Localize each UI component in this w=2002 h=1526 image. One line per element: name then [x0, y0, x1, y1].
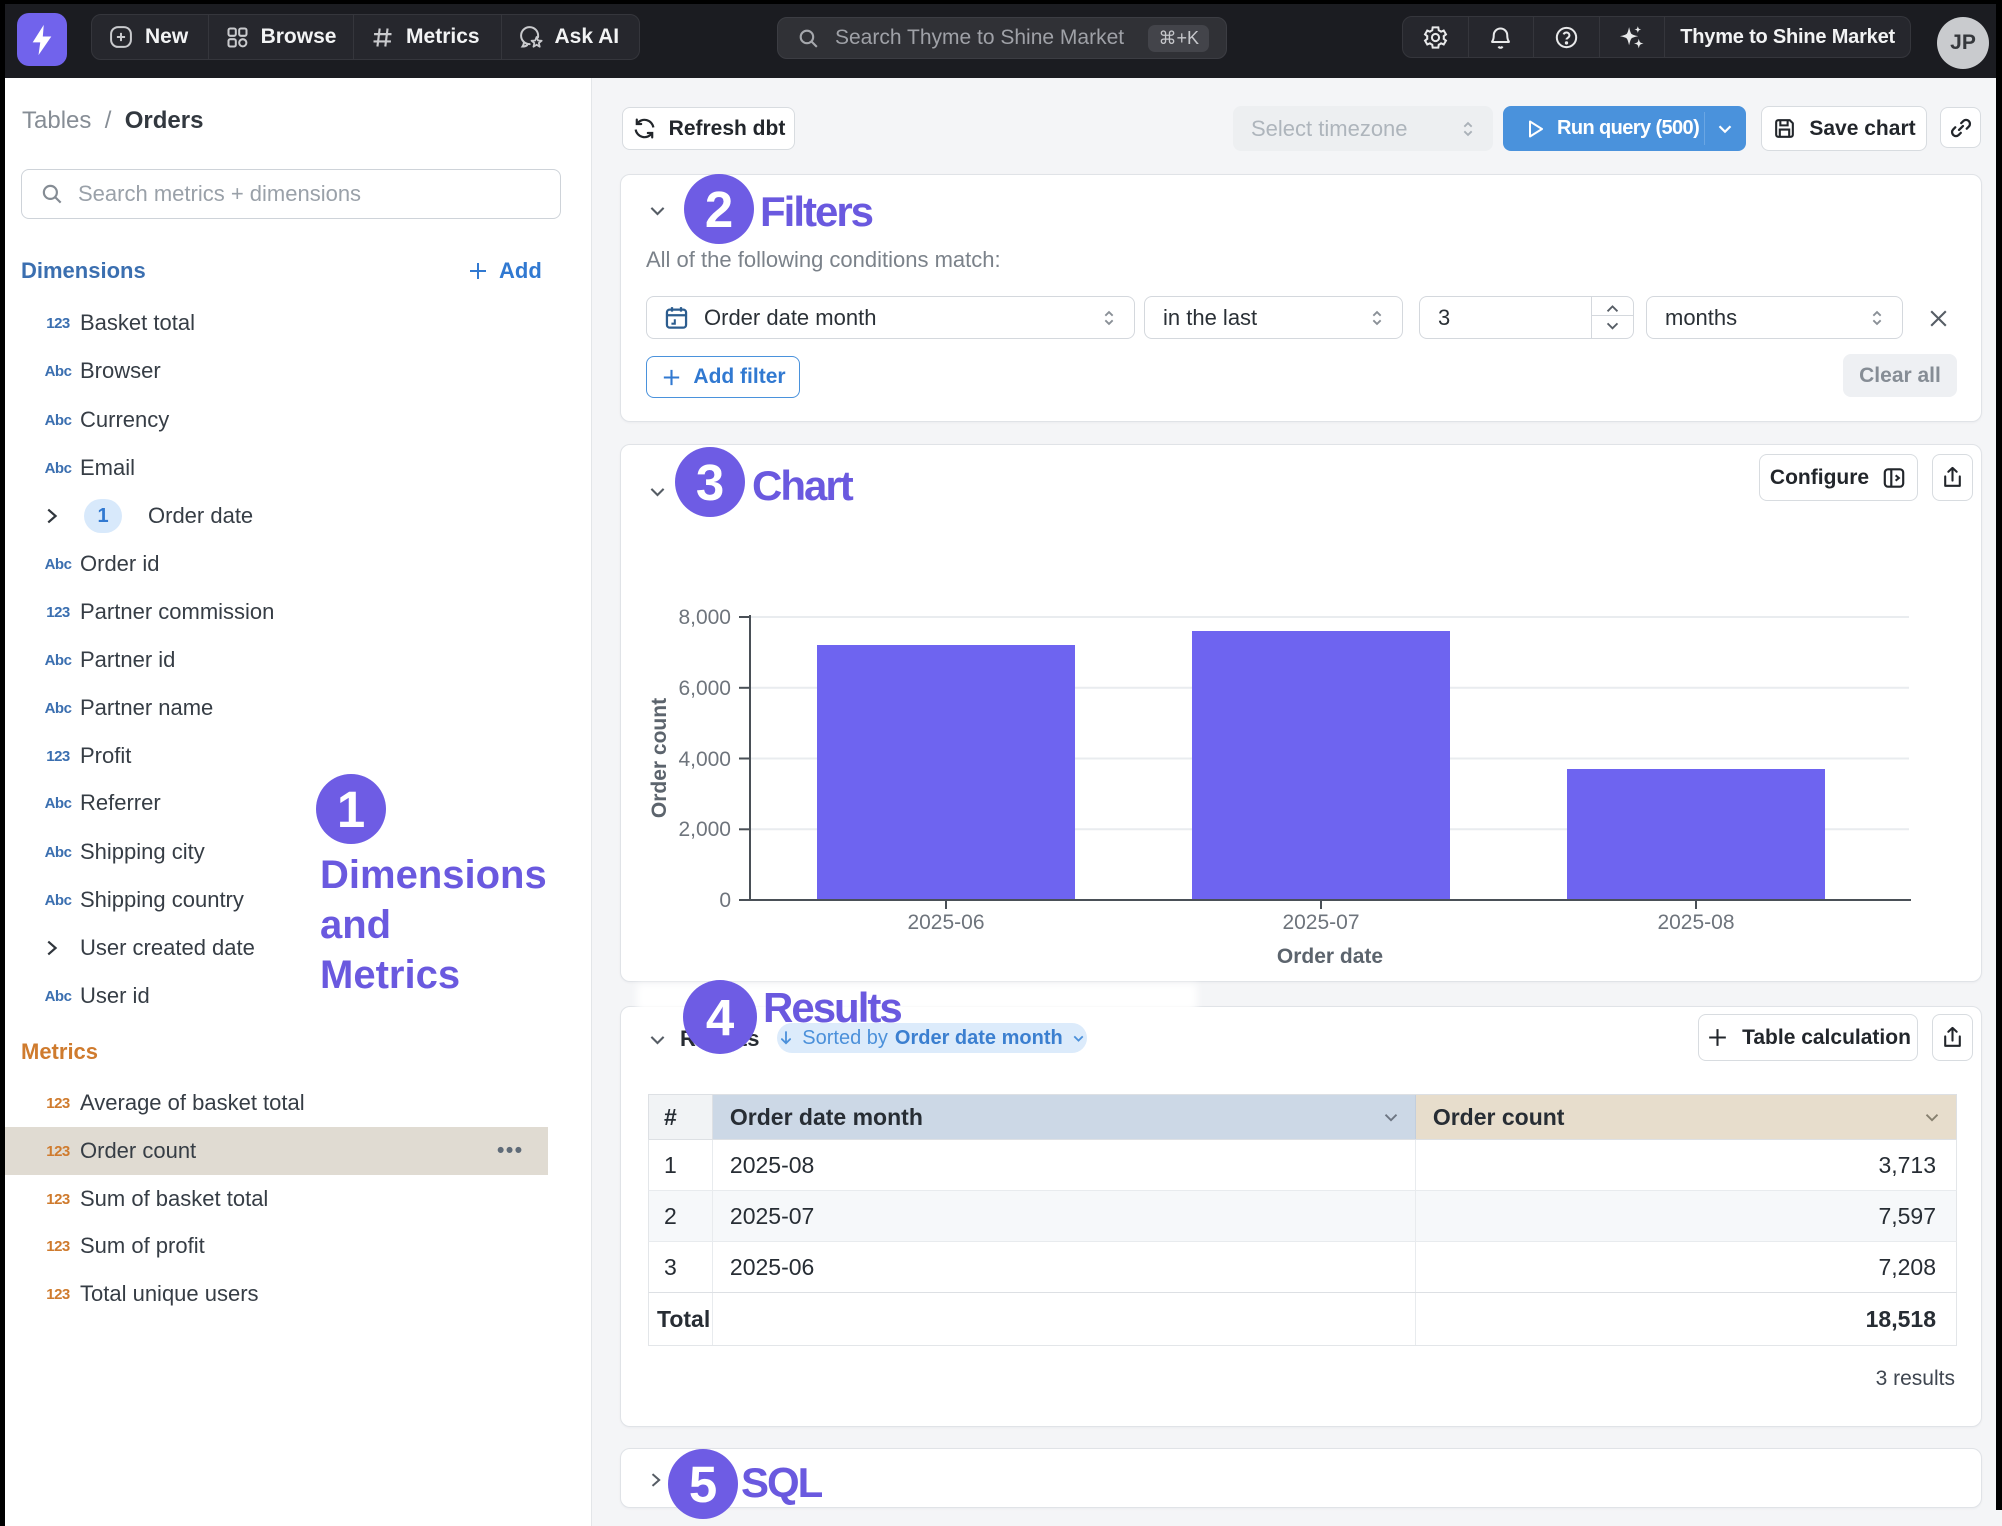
svg-text:6,000: 6,000 — [678, 677, 731, 700]
svg-text:2025-07: 2025-07 — [1282, 911, 1359, 934]
svg-text:Order count: Order count — [648, 698, 671, 818]
svg-text:8,000: 8,000 — [678, 606, 731, 629]
svg-text:Order date: Order date — [1277, 945, 1383, 968]
svg-text:0: 0 — [719, 889, 731, 912]
svg-text:4,000: 4,000 — [678, 748, 731, 771]
svg-text:2025-06: 2025-06 — [907, 911, 984, 934]
svg-text:2025-08: 2025-08 — [1657, 911, 1734, 934]
svg-text:2,000: 2,000 — [678, 818, 731, 841]
